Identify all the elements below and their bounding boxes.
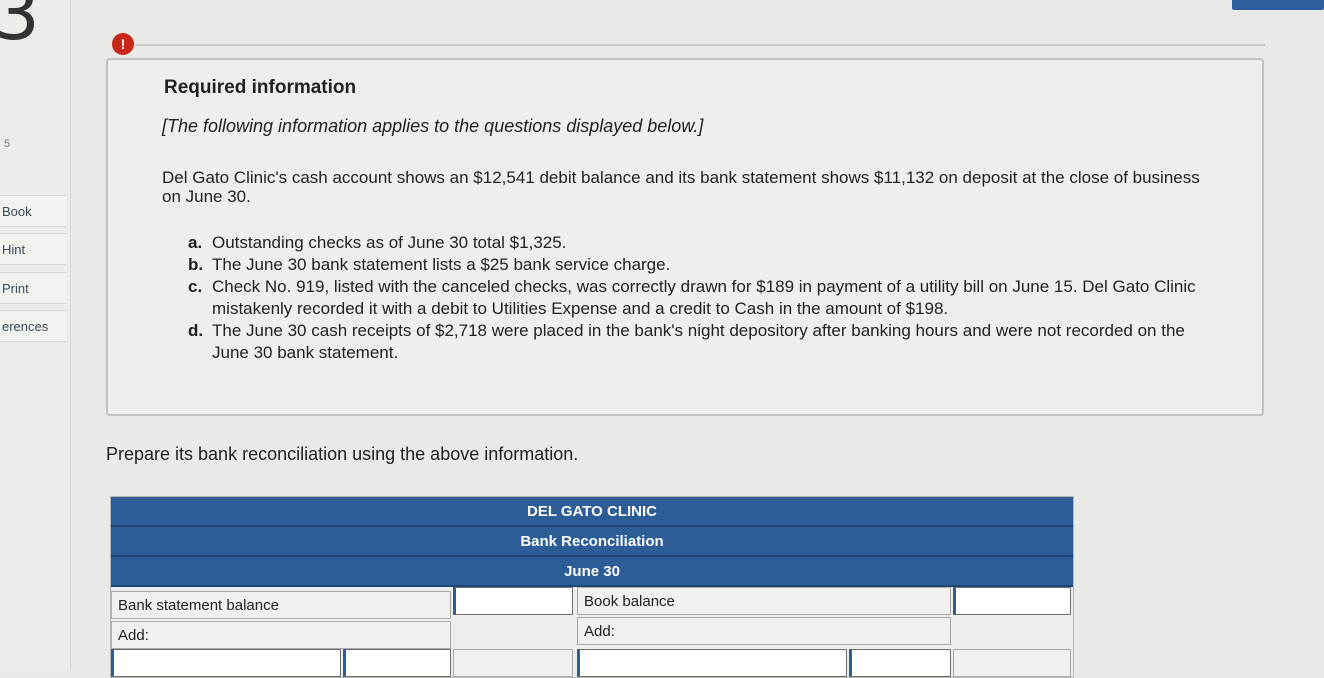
required-information-box: Required information [The following info… bbox=[106, 58, 1264, 416]
info-body: Del Gato Clinic's cash account shows an … bbox=[162, 168, 1200, 206]
divider bbox=[135, 44, 1265, 46]
book-add-label: Add: bbox=[577, 617, 951, 645]
company-name: DEL GATO CLINIC bbox=[111, 497, 1073, 527]
list-item: d. The June 30 cash receipts of $2,718 we… bbox=[188, 321, 1185, 362]
bank-add-total-cell bbox=[453, 649, 573, 677]
left-rail: 3 5 Book Hint Print erences bbox=[0, 0, 71, 670]
bank-add-amount-input[interactable] bbox=[343, 649, 451, 677]
list-item: b. The June 30 bank statement lists a $25… bbox=[188, 255, 671, 274]
book-add-amount-input[interactable] bbox=[849, 649, 951, 677]
reconciliation-date: June 30 bbox=[111, 557, 1073, 587]
book-balance-input[interactable] bbox=[953, 587, 1071, 615]
reconciliation-table: DEL GATO CLINIC Bank Reconciliation June… bbox=[110, 496, 1074, 678]
check-my-work-button[interactable] bbox=[1232, 0, 1324, 10]
list-item: a. Outstanding checks as of June 30 total… bbox=[188, 233, 567, 252]
info-note: [The following information applies to th… bbox=[162, 116, 704, 136]
info-title: Required information bbox=[164, 77, 357, 98]
question-mark: 5 bbox=[4, 138, 11, 150]
print-button[interactable]: Print bbox=[0, 272, 66, 304]
book-balance-label: Book balance bbox=[577, 587, 951, 615]
book-button[interactable]: Book bbox=[0, 195, 66, 227]
book-add-description-input[interactable] bbox=[577, 649, 847, 677]
hint-button[interactable]: Hint bbox=[0, 233, 66, 265]
question-number: 3 bbox=[0, 0, 40, 56]
bank-add-label: Add: bbox=[111, 621, 451, 649]
bank-add-description-input[interactable] bbox=[111, 649, 341, 677]
references-button[interactable]: erences bbox=[0, 310, 66, 342]
book-add-total-cell bbox=[953, 649, 1071, 677]
instructions: Prepare its bank reconciliation using th… bbox=[106, 444, 579, 464]
bank-balance-input[interactable] bbox=[453, 587, 573, 615]
list-item: c. Check No. 919, listed with the cancele… bbox=[188, 277, 1196, 318]
alert-icon: ! bbox=[112, 33, 134, 55]
bank-balance-label: Bank statement balance bbox=[111, 591, 451, 619]
info-list: a. Outstanding checks as of June 30 total… bbox=[188, 232, 1198, 364]
reconciliation-title: Bank Reconciliation bbox=[111, 527, 1073, 557]
